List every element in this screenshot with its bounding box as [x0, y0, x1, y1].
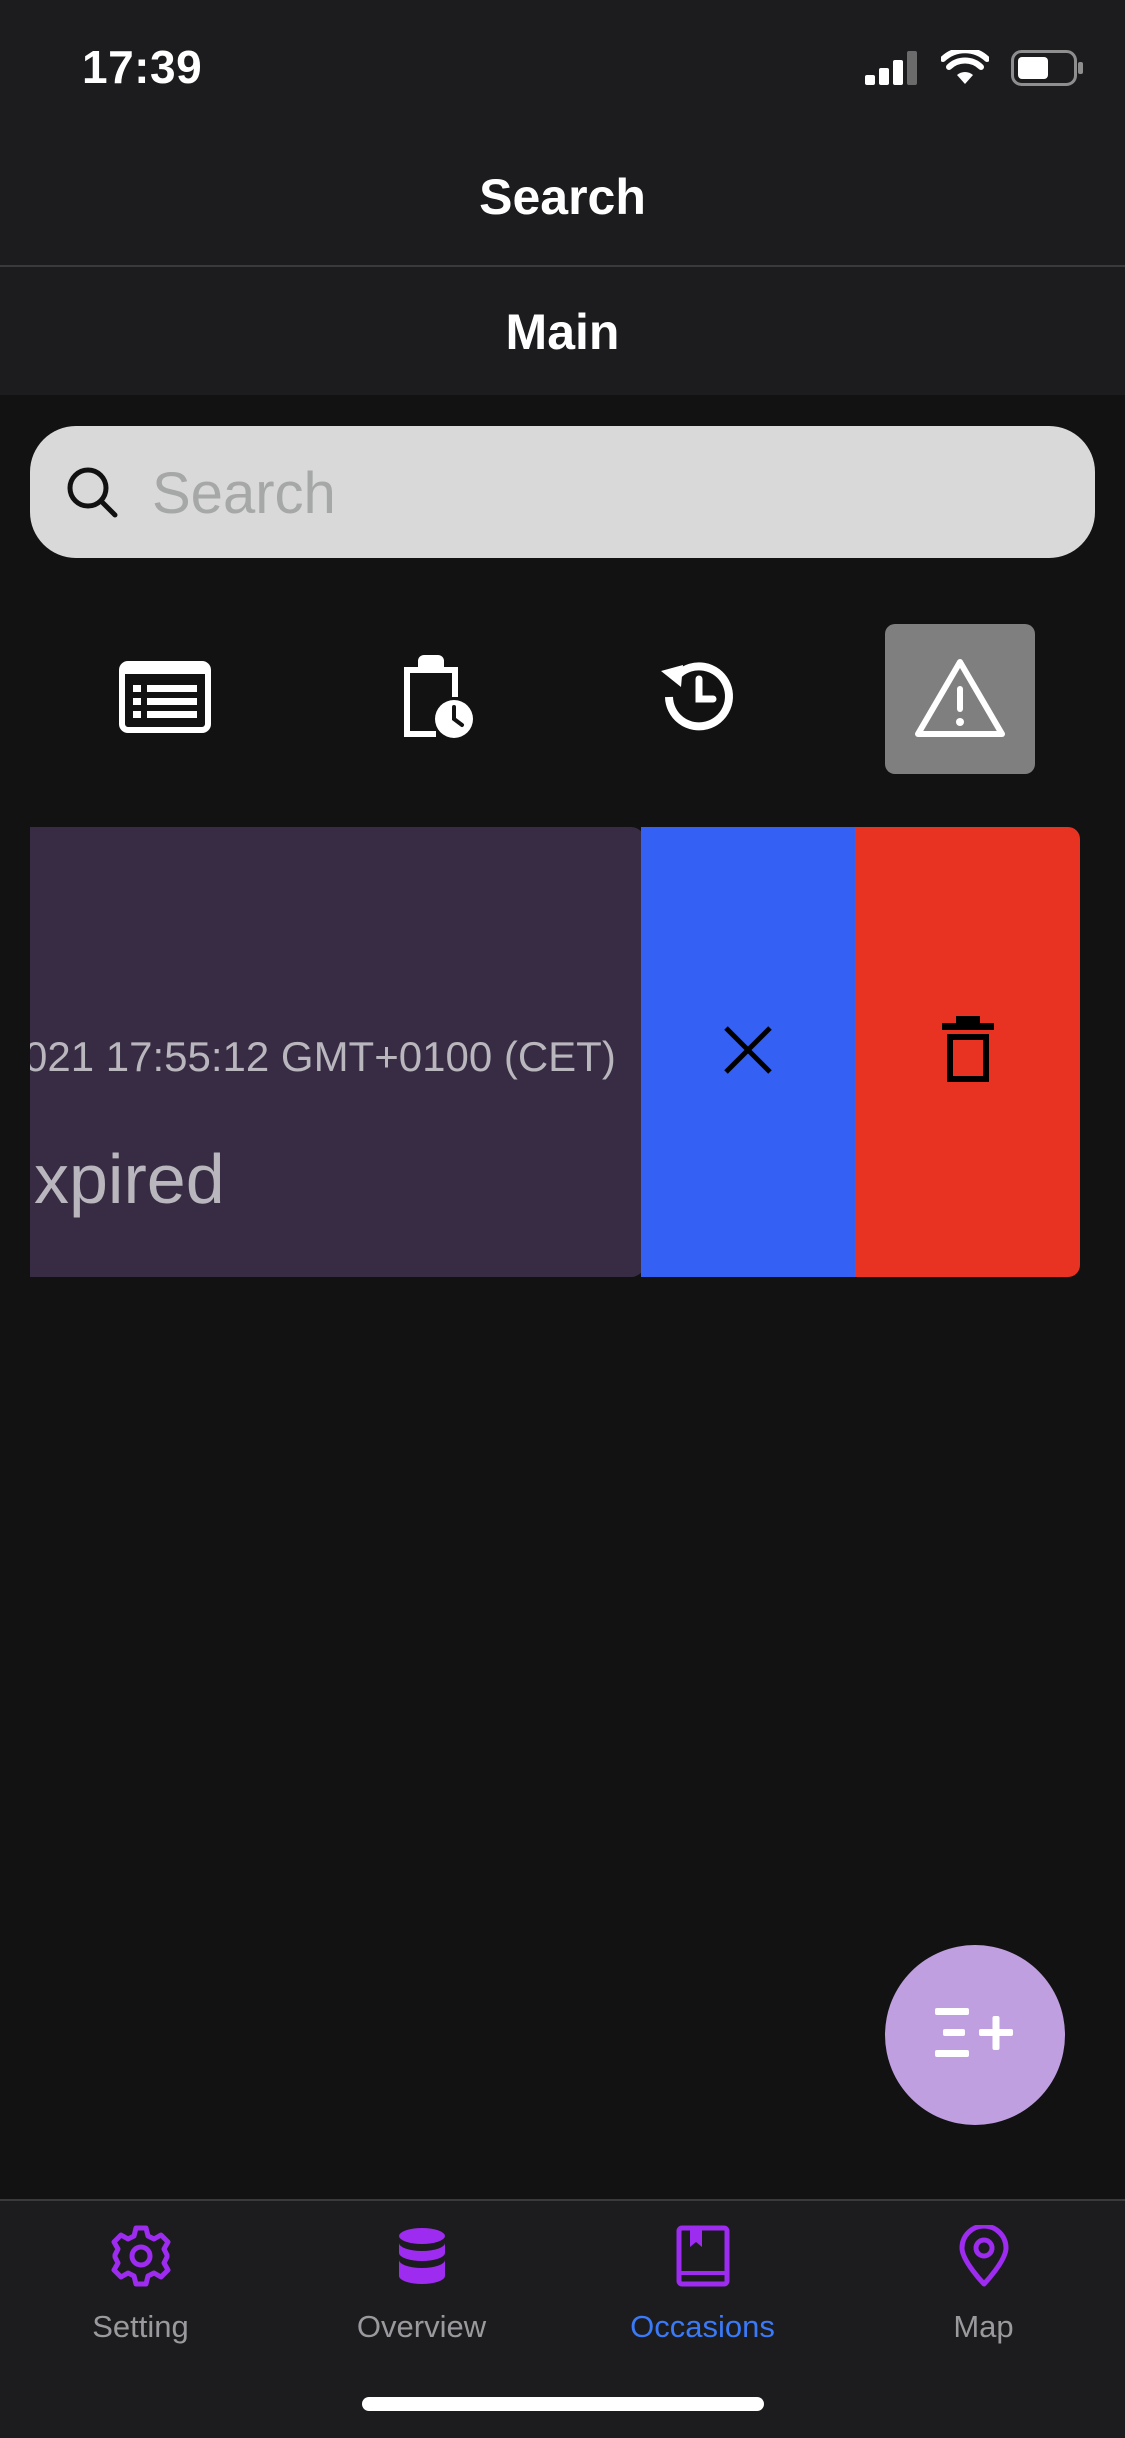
nav-label-map: Map [953, 2309, 1014, 2344]
history-icon [657, 657, 737, 742]
search-bar[interactable] [30, 426, 1095, 558]
nav-item-overview[interactable]: Overview [281, 2221, 562, 2361]
nav-item-map[interactable]: Map [843, 2221, 1124, 2361]
search-icon [64, 464, 120, 520]
delete-action-button[interactable] [855, 827, 1080, 1277]
filter-expired-button[interactable] [885, 624, 1035, 774]
section-title: Main [505, 304, 620, 360]
section-header: Main [0, 267, 1125, 395]
map-pin-icon [949, 2221, 1019, 2291]
signal-icon [865, 50, 919, 90]
book-icon [668, 2221, 738, 2291]
occasion-date: 021 17:55:12 GMT+0100 (CET) [30, 1033, 616, 1080]
add-occasion-button[interactable] [885, 1945, 1065, 2125]
close-icon [723, 1025, 773, 1080]
nav-item-setting[interactable]: Setting [0, 2221, 281, 2361]
trash-icon [940, 1015, 996, 1089]
nav-label-setting: Setting [92, 2309, 189, 2344]
occasion-card[interactable]: 021 17:55:12 GMT+0100 (CET) xpired [30, 827, 645, 1277]
filter-all-button[interactable] [90, 624, 240, 774]
warning-icon [914, 656, 1006, 743]
search-input[interactable] [150, 446, 1054, 540]
filter-history-button[interactable] [622, 624, 772, 774]
add-list-icon [935, 2007, 1015, 2063]
status-bar: 17:39 [0, 0, 1125, 130]
status-icons [865, 46, 1085, 92]
nav-item-occasions[interactable]: Occasions [562, 2221, 843, 2361]
status-time: 17:39 [82, 41, 203, 93]
clipboard-clock-icon [398, 654, 474, 744]
wifi-icon [940, 46, 990, 91]
dismiss-action-button[interactable] [641, 827, 855, 1277]
occasion-status: xpired [34, 1140, 225, 1218]
filter-scheduled-button[interactable] [361, 624, 511, 774]
battery-icon [1011, 49, 1085, 91]
page-title: Search [479, 169, 646, 225]
gear-icon [106, 2221, 176, 2291]
list-icon [119, 660, 211, 738]
nav-label-occasions: Occasions [630, 2309, 775, 2344]
database-icon [387, 2221, 457, 2291]
navigation-header: Search [0, 130, 1125, 267]
home-indicator[interactable] [362, 2397, 764, 2411]
nav-label-overview: Overview [356, 2309, 487, 2344]
